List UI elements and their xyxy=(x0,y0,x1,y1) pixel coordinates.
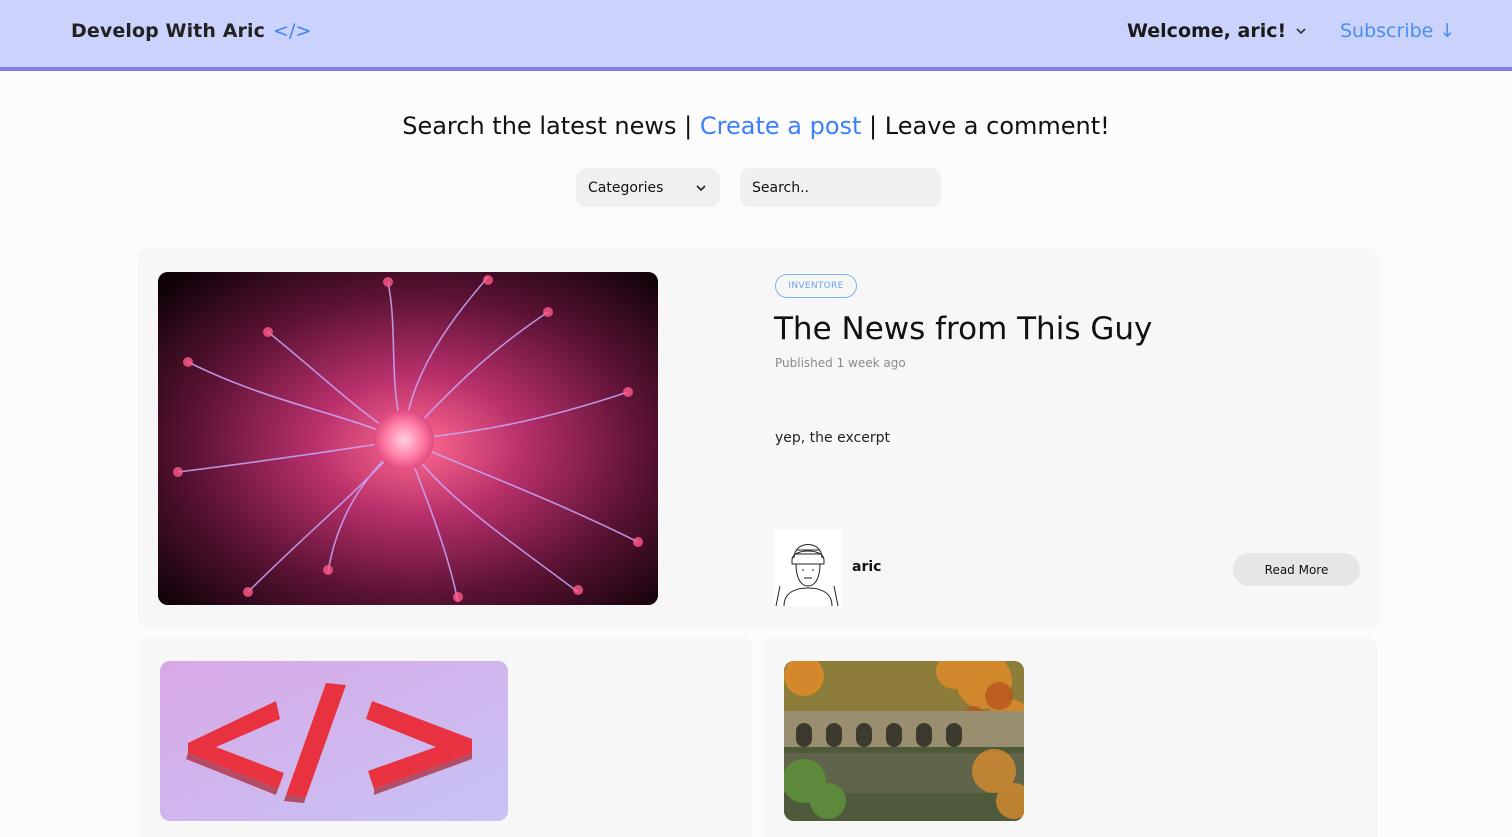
tagline-separator: | xyxy=(676,112,700,140)
welcome-text: Welcome, aric! xyxy=(1127,20,1287,42)
plasma-ball-image[interactable] xyxy=(158,272,658,605)
post-excerpt: yep, the excerpt xyxy=(775,430,890,446)
tagline: Search the latest news | Create a post |… xyxy=(0,112,1512,140)
categories-label: Categories xyxy=(588,179,664,196)
tagline-comment: Leave a comment! xyxy=(884,112,1110,140)
code-symbol-image[interactable] xyxy=(160,661,508,821)
read-more-button[interactable]: Read More xyxy=(1233,553,1360,586)
brand-name: Develop With Aric xyxy=(71,20,265,42)
author-name[interactable]: aric xyxy=(852,559,881,575)
published-date: Published 1 week ago xyxy=(775,356,906,370)
create-post-link[interactable]: Create a post xyxy=(700,112,862,140)
site-header: Develop With Aric </> Welcome, aric! Subs… xyxy=(0,0,1512,71)
user-menu[interactable]: Welcome, aric! xyxy=(1127,20,1308,42)
chevron-down-icon xyxy=(1296,28,1306,35)
category-badge[interactable]: INVENTORE xyxy=(775,274,857,298)
tagline-separator: | xyxy=(861,112,885,140)
brand-code-icon: </> xyxy=(272,20,312,42)
subscribe-link[interactable]: Subscribe ↓ xyxy=(1340,20,1455,42)
search-input[interactable] xyxy=(740,168,941,207)
chevron-down-icon xyxy=(696,184,706,191)
author-avatar[interactable] xyxy=(774,530,842,606)
post-title[interactable]: The News from This Guy xyxy=(774,311,1152,347)
tagline-search: Search the latest news xyxy=(402,112,677,140)
stone-bridge-image[interactable] xyxy=(784,661,1024,821)
site-brand[interactable]: Develop With Aric </> xyxy=(71,20,312,42)
categories-dropdown[interactable]: Categories xyxy=(576,168,720,207)
